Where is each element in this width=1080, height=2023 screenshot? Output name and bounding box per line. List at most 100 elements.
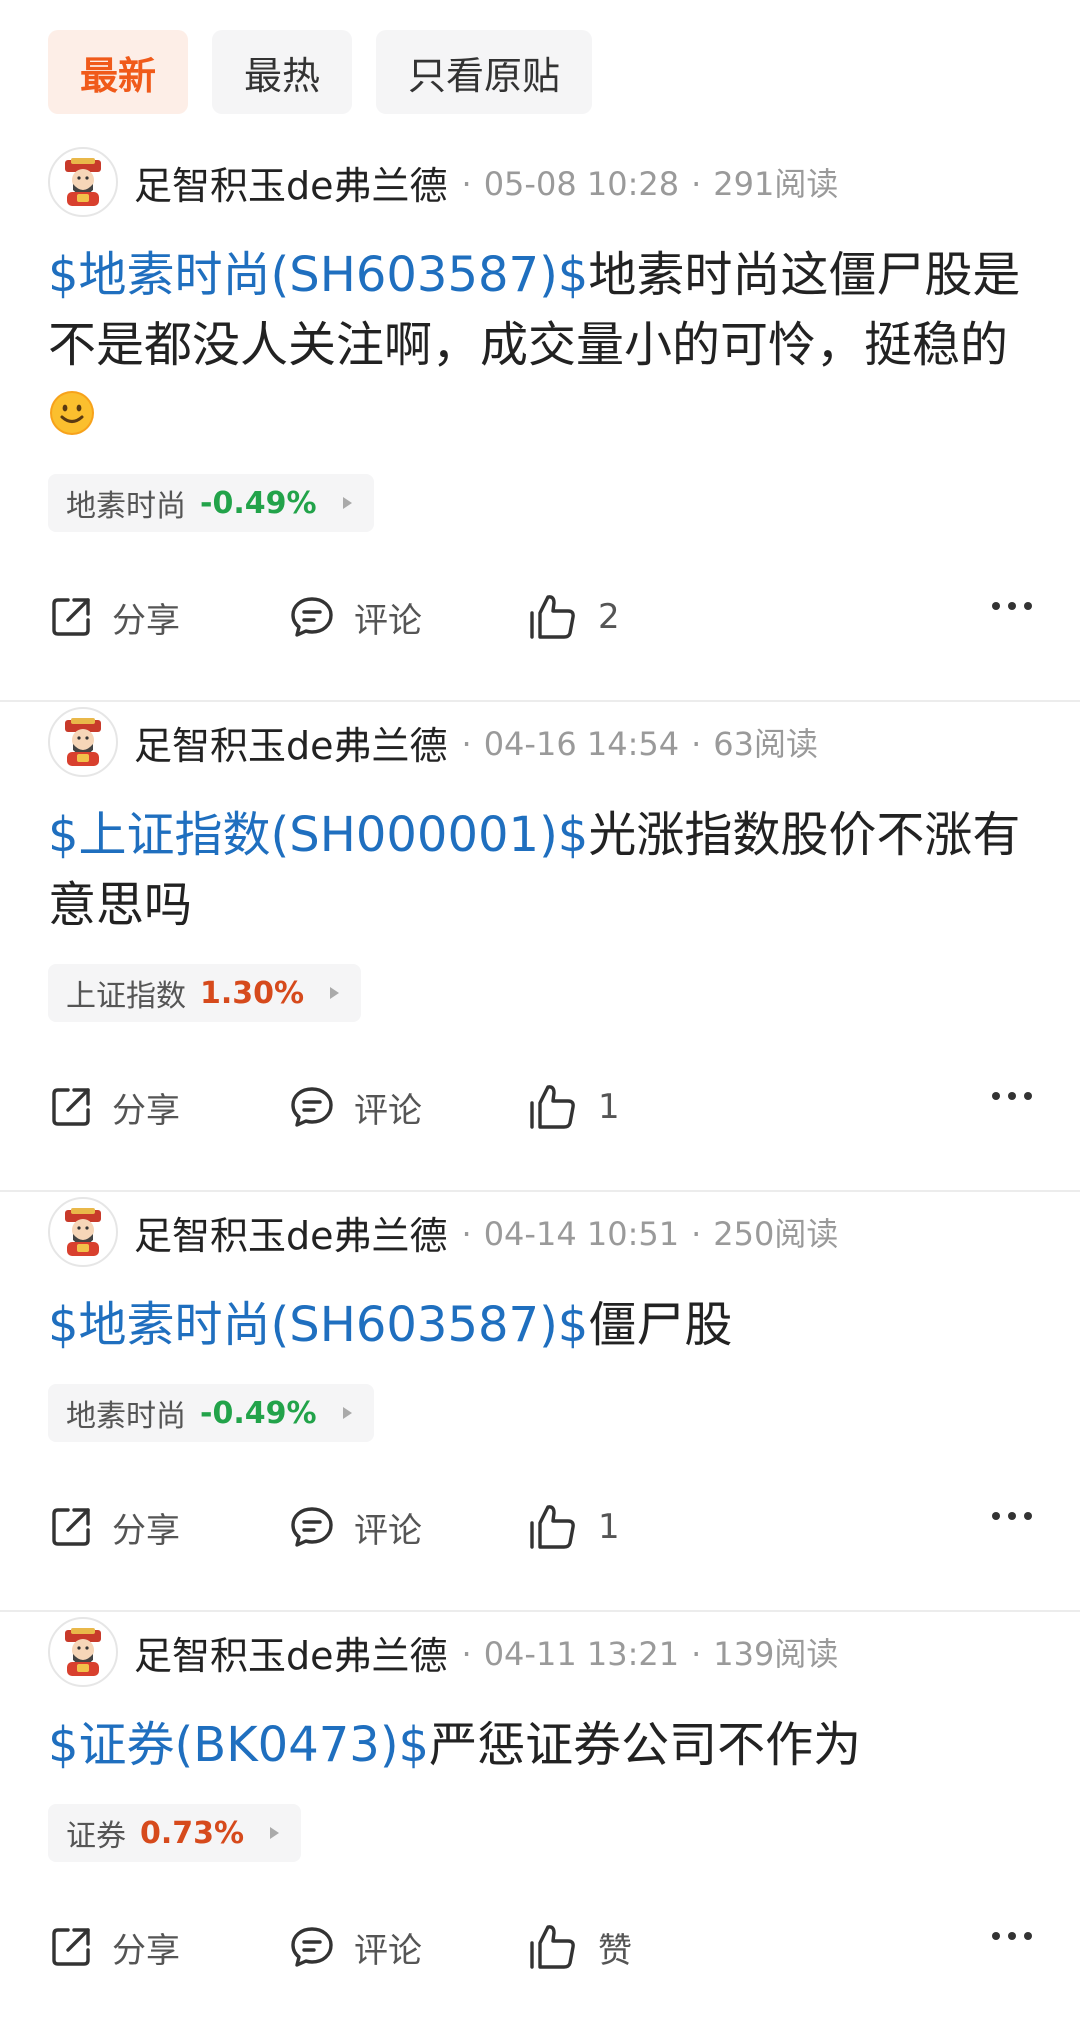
more-icon[interactable] xyxy=(984,1092,1032,1100)
like-button[interactable]: 赞 xyxy=(528,1923,632,1972)
post-content[interactable]: $上证指数(SH000001)$光涨指数股价不涨有意思吗 xyxy=(48,800,1032,940)
share-icon xyxy=(52,598,90,636)
share-label: 分享 xyxy=(112,1510,180,1551)
like-count: 2 xyxy=(598,597,620,637)
like-count: 赞 xyxy=(598,1930,632,1971)
share-icon xyxy=(52,1088,90,1126)
more-icon[interactable] xyxy=(984,602,1032,610)
post-feed: 足智积玉de弗兰德 · 05-08 10:28 · 291阅读 $地素时尚(SH603… xyxy=(0,142,1080,2023)
stock-name: 证券 xyxy=(66,1819,126,1854)
action-bar: 分享 评论 赞 xyxy=(48,1902,1032,1992)
share-button[interactable]: 分享 xyxy=(48,593,288,642)
comment-button[interactable]: 评论 xyxy=(288,1083,528,1132)
action-bar: 分享 评论 1 xyxy=(48,1062,1032,1152)
comment-button[interactable]: 评论 xyxy=(288,1503,528,1552)
more-icon[interactable] xyxy=(984,1512,1032,1520)
thumbs-up-icon xyxy=(530,1505,575,1549)
comment-icon xyxy=(291,597,333,637)
avatar[interactable] xyxy=(48,1617,118,1687)
stock-tag[interactable]: 地素时尚 -0.49% xyxy=(48,474,374,532)
post-header: 足智积玉de弗兰德 · 04-14 10:51 · 250阅读 xyxy=(48,1192,1032,1272)
share-label: 分享 xyxy=(112,600,180,641)
avatar[interactable] xyxy=(48,1197,118,1267)
tab-latest[interactable]: 最新 xyxy=(48,30,189,114)
post-meta: · 04-11 13:21 · 139阅读 xyxy=(461,1635,839,1673)
stock-tag[interactable]: 地素时尚 -0.49% xyxy=(48,1384,374,1442)
post-header: 足智积玉de弗兰德 · 05-08 10:28 · 291阅读 xyxy=(48,142,1032,222)
post-date: 04-16 14:54 xyxy=(483,725,680,763)
post-card[interactable]: 足智积玉de弗兰德 · 04-16 14:54 · 63阅读 $上证指数(SH0000… xyxy=(0,702,1080,1192)
post-content[interactable]: $地素时尚(SH603587)$僵尸股 xyxy=(48,1290,1032,1360)
like-count: 1 xyxy=(598,1507,620,1547)
post-text: 严惩证券公司不作为 xyxy=(429,1717,862,1773)
stock-tag[interactable]: 证券 0.73% xyxy=(48,1804,302,1862)
post-text: 僵尸股 xyxy=(588,1297,733,1353)
like-button[interactable]: 2 xyxy=(528,593,620,641)
share-icon xyxy=(52,1928,90,1966)
like-button[interactable]: 1 xyxy=(528,1083,620,1131)
thumbs-up-icon xyxy=(530,1925,575,1969)
avatar[interactable] xyxy=(48,147,118,217)
action-bar: 分享 评论 2 xyxy=(48,572,1032,662)
ticker-link[interactable]: $地素时尚(SH603587)$ xyxy=(48,247,588,303)
chevron-right-icon xyxy=(342,1407,352,1419)
post-date: 05-08 10:28 xyxy=(483,165,680,203)
comment-button[interactable]: 评论 xyxy=(288,593,528,642)
ticker-link[interactable]: $上证指数(SH000001)$ xyxy=(48,807,588,863)
share-button[interactable]: 分享 xyxy=(48,1083,288,1132)
more-icon[interactable] xyxy=(984,1932,1032,1940)
post-meta: · 04-14 10:51 · 250阅读 xyxy=(461,1215,839,1253)
post-meta: · 04-16 14:54 · 63阅读 xyxy=(461,725,818,763)
thumbs-up-icon xyxy=(530,1085,575,1129)
read-count: 63阅读 xyxy=(713,725,818,763)
post-card[interactable]: 足智积玉de弗兰德 · 05-08 10:28 · 291阅读 $地素时尚(SH603… xyxy=(0,142,1080,702)
stock-name: 地素时尚 xyxy=(66,489,186,524)
share-button[interactable]: 分享 xyxy=(48,1503,288,1552)
comment-icon xyxy=(291,1927,333,1967)
read-count: 291阅读 xyxy=(713,165,839,203)
comment-icon xyxy=(291,1087,333,1127)
smile-emoji-icon xyxy=(50,391,94,435)
stock-change: 1.30% xyxy=(200,975,305,1011)
avatar-icon xyxy=(65,158,101,206)
post-date: 04-11 13:21 xyxy=(483,1635,680,1673)
like-count: 1 xyxy=(598,1087,620,1127)
post-header: 足智积玉de弗兰德 · 04-16 14:54 · 63阅读 xyxy=(48,702,1032,782)
share-icon xyxy=(52,1508,90,1546)
stock-change: -0.49% xyxy=(200,1395,317,1431)
post-content[interactable]: $证券(BK0473)$严惩证券公司不作为 xyxy=(48,1710,1032,1780)
chevron-right-icon xyxy=(330,987,340,999)
ticker-link[interactable]: $证券(BK0473)$ xyxy=(48,1717,429,1773)
emoji-slot xyxy=(48,387,96,443)
read-count: 250阅读 xyxy=(713,1215,839,1253)
stock-change: 0.73% xyxy=(140,1815,245,1851)
avatar-icon xyxy=(65,718,101,766)
feed-tabs: 最新 最热 只看原贴 xyxy=(0,0,1080,114)
share-button[interactable]: 分享 xyxy=(48,1923,288,1972)
author-name[interactable]: 足智积玉de弗兰德 xyxy=(134,155,448,210)
comment-icon xyxy=(291,1507,333,1547)
author-name[interactable]: 足智积玉de弗兰德 xyxy=(134,1205,448,1260)
post-meta: · 05-08 10:28 · 291阅读 xyxy=(461,165,839,203)
comment-button[interactable]: 评论 xyxy=(288,1923,528,1972)
read-count: 139阅读 xyxy=(713,1635,839,1673)
share-label: 分享 xyxy=(112,1090,180,1131)
ticker-link[interactable]: $地素时尚(SH603587)$ xyxy=(48,1297,588,1353)
stock-change: -0.49% xyxy=(200,485,317,521)
avatar[interactable] xyxy=(48,707,118,777)
author-name[interactable]: 足智积玉de弗兰德 xyxy=(134,715,448,770)
post-card[interactable]: 足智积玉de弗兰德 · 04-11 13:21 · 139阅读 $证券(BK0473)… xyxy=(0,1612,1080,2023)
post-content[interactable]: $地素时尚(SH603587)$地素时尚这僵尸股是不是都没人关注啊，成交量小的可… xyxy=(48,240,1032,450)
post-date: 04-14 10:51 xyxy=(483,1215,680,1253)
post-card[interactable]: 足智积玉de弗兰德 · 04-14 10:51 · 250阅读 $地素时尚(SH603… xyxy=(0,1192,1080,1612)
tab-original-only[interactable]: 只看原贴 xyxy=(376,30,593,114)
chevron-right-icon xyxy=(342,497,352,509)
comment-label: 评论 xyxy=(354,600,422,641)
stock-name: 上证指数 xyxy=(66,979,186,1014)
like-button[interactable]: 1 xyxy=(528,1503,620,1551)
post-header: 足智积玉de弗兰德 · 04-11 13:21 · 139阅读 xyxy=(48,1612,1032,1692)
tab-hot[interactable]: 最热 xyxy=(212,30,353,114)
author-name[interactable]: 足智积玉de弗兰德 xyxy=(134,1625,448,1680)
stock-tag[interactable]: 上证指数 1.30% xyxy=(48,964,362,1022)
comment-label: 评论 xyxy=(354,1090,422,1131)
